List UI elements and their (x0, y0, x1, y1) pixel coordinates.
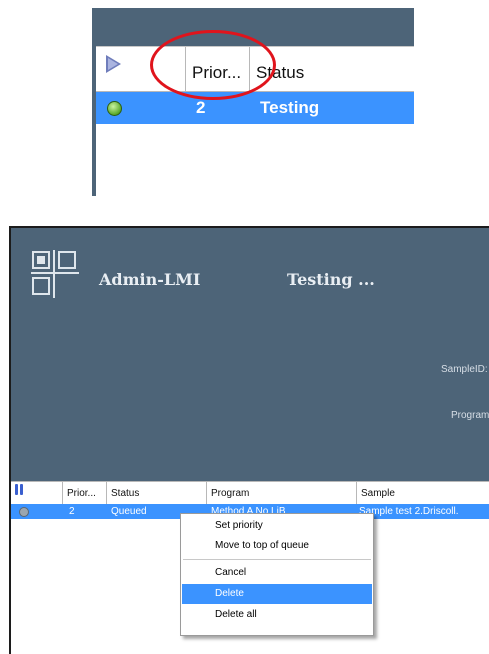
column-header-status[interactable]: Status (107, 482, 207, 504)
menu-item-set-priority[interactable]: Set priority (182, 516, 372, 536)
column-header-program[interactable]: Program (207, 482, 357, 504)
zoomed-queue-panel: Prior... Status 2 Testing (92, 8, 414, 197)
status-banner: Admin-LMI Testing ... SampleID: Program (11, 228, 489, 481)
menu-item-move-to-top[interactable]: Move to top of queue (182, 536, 372, 556)
highlight-circle-annotation (150, 30, 276, 100)
user-name: Admin-LMI (99, 270, 201, 289)
instrument-state: Testing ... (287, 270, 375, 289)
row-status: Testing (260, 98, 320, 117)
menu-separator (183, 559, 371, 560)
pause-icon[interactable] (15, 484, 24, 495)
status-running-icon (107, 101, 122, 116)
context-menu: Set priority Move to top of queue Cancel… (180, 513, 374, 636)
column-header-priority[interactable]: Prior... (63, 482, 107, 504)
queue-table-header: Prior... Status Program Sample (11, 481, 489, 505)
app-logo-icon (31, 250, 79, 298)
menu-item-cancel[interactable]: Cancel (182, 563, 372, 583)
status-queued-icon (19, 507, 29, 517)
row-priority: 2 (69, 506, 75, 517)
queue-window: Admin-LMI Testing ... SampleID: Program … (9, 226, 489, 654)
row-status: Queued (111, 506, 147, 517)
table-row[interactable]: 2 Testing (96, 92, 414, 124)
menu-item-delete-all[interactable]: Delete all (182, 605, 372, 625)
program-label: Program (451, 410, 489, 421)
column-header-state[interactable] (11, 482, 63, 504)
sample-id-label: SampleID: (441, 364, 488, 375)
column-header-sample[interactable]: Sample (357, 482, 489, 504)
play-icon[interactable] (106, 55, 121, 73)
menu-item-delete[interactable]: Delete (182, 584, 372, 604)
